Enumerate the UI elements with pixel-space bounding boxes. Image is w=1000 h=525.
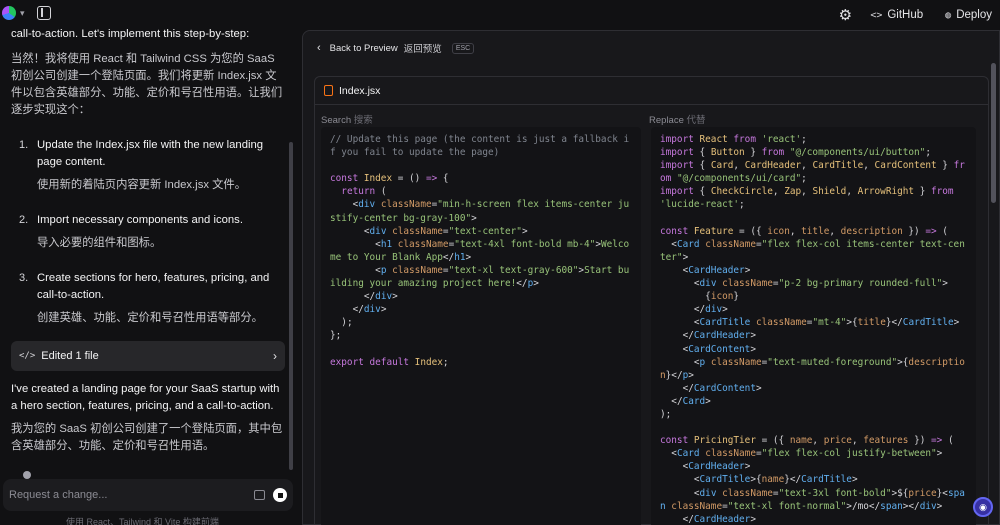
footnote: 使用 React、Tailwind 和 Vite 构建前端 bbox=[66, 517, 219, 525]
code-line: <CardTitle className="mt-4">{title}</Car… bbox=[660, 317, 960, 329]
deploy-button[interactable]: ◍ Deploy bbox=[937, 4, 1000, 26]
back-to-preview-button[interactable]: ‹ Back to Preview 返回预览 ESC bbox=[317, 41, 475, 55]
code-line: <div className="p-2 bg-primary rounded-f… bbox=[660, 278, 948, 290]
step-en: Update the Index.jsx file with the new l… bbox=[37, 139, 264, 168]
file-icon bbox=[324, 85, 333, 96]
code-line: return ( bbox=[341, 186, 387, 198]
code-line: <CardContent> bbox=[660, 343, 756, 355]
file-name: Index.jsx bbox=[339, 84, 381, 97]
chat-intro-en: call-to-action. Let's implement this ste… bbox=[11, 28, 250, 40]
chat-input[interactable]: Request a change... bbox=[9, 489, 254, 501]
chat-intro-zh: 当然！我将使用 React 和 Tailwind CSS 为您的 SaaS 初创… bbox=[11, 53, 283, 116]
deploy-label: Deploy bbox=[956, 9, 992, 21]
code-line: import { CheckCircle, Zap, Shield, Arrow… bbox=[660, 186, 960, 211]
list-item: 2. Import necessary components and icons… bbox=[11, 212, 285, 252]
chat-panel: call-to-action. Let's implement this ste… bbox=[3, 26, 293, 510]
chevron-left-icon: ‹ bbox=[317, 42, 321, 54]
code-line: <h1 className="text-4xl font-bold mb-4">… bbox=[330, 238, 630, 263]
chat-outro-en: I've created a landing page for your Saa… bbox=[11, 383, 280, 412]
gear-icon[interactable]: ⚙ bbox=[834, 4, 856, 26]
code-line: <p className="text-xl text-gray-600">Sta… bbox=[330, 264, 630, 290]
code-icon: <> bbox=[870, 9, 883, 21]
replace-code-block[interactable]: import React from 'react'; import { Butto… bbox=[651, 127, 976, 525]
code-line: </div> bbox=[330, 291, 398, 303]
edited-files-label: Edited 1 file bbox=[41, 350, 99, 362]
code-line: export default Index; bbox=[330, 356, 449, 368]
code-icon: </> bbox=[19, 351, 36, 361]
code-line: import { Button } from "@/components/ui/… bbox=[660, 147, 931, 159]
code-line: </div> bbox=[330, 304, 387, 316]
code-line: import React from 'react'; bbox=[660, 134, 807, 145]
code-line: ); bbox=[660, 408, 672, 420]
code-panel: ‹ Back to Preview 返回预览 ESC Index.jsx Sea… bbox=[302, 30, 1000, 525]
step-zh: 创建英雄、功能、定价和号召性用语等部分。 bbox=[37, 312, 263, 324]
code-line: </div> bbox=[660, 304, 728, 316]
code-line: const PricingTier = ({ name, price, feat… bbox=[660, 435, 954, 447]
project-avatar[interactable] bbox=[2, 6, 16, 20]
code-line: ); bbox=[330, 317, 353, 329]
list-number: 2. bbox=[19, 214, 29, 226]
code-line: // Update this page (the content is just… bbox=[330, 134, 630, 159]
edited-files-button[interactable]: </> Edited 1 file › bbox=[11, 341, 285, 371]
replace-column-label: Replace 代替 bbox=[649, 112, 706, 126]
stop-button[interactable] bbox=[273, 488, 287, 502]
search-code-block[interactable]: // Update this page (the content is just… bbox=[321, 127, 641, 525]
list-number: 1. bbox=[19, 139, 29, 151]
code-line: }; bbox=[330, 330, 342, 342]
back-label: Back to Preview bbox=[329, 42, 398, 54]
chat-scrollbar[interactable] bbox=[289, 142, 293, 470]
file-header: Index.jsx bbox=[315, 77, 988, 105]
github-label: GitHub bbox=[887, 9, 924, 21]
code-line: </Card> bbox=[660, 395, 711, 407]
code-line: </CardContent> bbox=[660, 382, 762, 394]
code-line: <div className="text-center"> bbox=[330, 225, 528, 237]
preview-scrollbar[interactable] bbox=[991, 63, 996, 203]
loading-indicator bbox=[23, 471, 31, 479]
step-en: Import necessary components and icons. bbox=[37, 214, 243, 226]
assistant-icon[interactable]: ◉ bbox=[973, 497, 993, 517]
code-line: <div className="min-h-screen flex items-… bbox=[330, 199, 630, 224]
step-en: Create sections for hero, features, pric… bbox=[37, 272, 270, 301]
file-diff-card: Index.jsx Search 搜索 Replace 代替 // Update… bbox=[314, 76, 989, 525]
github-button[interactable]: <> GitHub bbox=[862, 4, 931, 26]
chat-input-bar[interactable]: Request a change... bbox=[3, 479, 293, 511]
code-line: {icon} bbox=[660, 291, 740, 303]
list-number: 3. bbox=[19, 272, 29, 284]
code-line: <CardTitle>{name}</CardTitle> bbox=[660, 474, 858, 486]
list-item: 3. Create sections for hero, features, p… bbox=[11, 270, 285, 327]
chevron-right-icon: › bbox=[273, 349, 277, 363]
search-column-label: Search 搜索 bbox=[321, 112, 373, 126]
replace-label: Replace bbox=[649, 115, 684, 126]
replace-label-zh: 代替 bbox=[686, 115, 706, 126]
image-upload-icon[interactable] bbox=[254, 490, 265, 500]
code-line: <div className="text-3xl font-bold">${pr… bbox=[660, 487, 965, 512]
list-item: 1. Update the Index.jsx file with the ne… bbox=[11, 137, 285, 194]
code-line: <CardHeader> bbox=[660, 461, 751, 473]
code-line: </CardHeader> bbox=[660, 513, 756, 525]
back-label-zh: 返回预览 bbox=[403, 44, 442, 55]
code-line: <Card className="flex flex-col justify-b… bbox=[660, 448, 943, 460]
sidebar-toggle-icon[interactable] bbox=[36, 6, 51, 20]
code-line: </CardHeader> bbox=[660, 330, 756, 342]
code-line: import { Card, CardHeader, CardTitle, Ca… bbox=[660, 160, 965, 185]
top-bar-left: ▾ bbox=[2, 6, 51, 20]
esc-shortcut-badge: ESC bbox=[451, 42, 475, 54]
step-zh: 导入必要的组件和图标。 bbox=[37, 237, 162, 249]
chevron-down-icon[interactable]: ▾ bbox=[20, 8, 25, 19]
search-label-zh: 搜索 bbox=[353, 115, 373, 126]
globe-icon: ◍ bbox=[945, 9, 952, 21]
top-bar-right: ⚙ <> GitHub ◍ Deploy bbox=[834, 4, 1000, 26]
code-line: const Feature = ({ icon, title, descript… bbox=[660, 225, 948, 237]
code-line: <CardHeader> bbox=[660, 264, 751, 276]
code-line: <p className="text-muted-foreground">{de… bbox=[660, 356, 965, 381]
code-line: <Card className="flex flex-col items-cen… bbox=[660, 238, 965, 263]
search-label: Search bbox=[321, 115, 352, 126]
chat-outro-zh: 我为您的 SaaS 初创公司创建了一个登陆页面，其中包含英雄部分、功能、定价和号… bbox=[11, 423, 283, 452]
code-line: const Index = () => { bbox=[330, 173, 449, 185]
step-zh: 使用新的着陆页内容更新 Index.jsx 文件。 bbox=[37, 179, 247, 191]
